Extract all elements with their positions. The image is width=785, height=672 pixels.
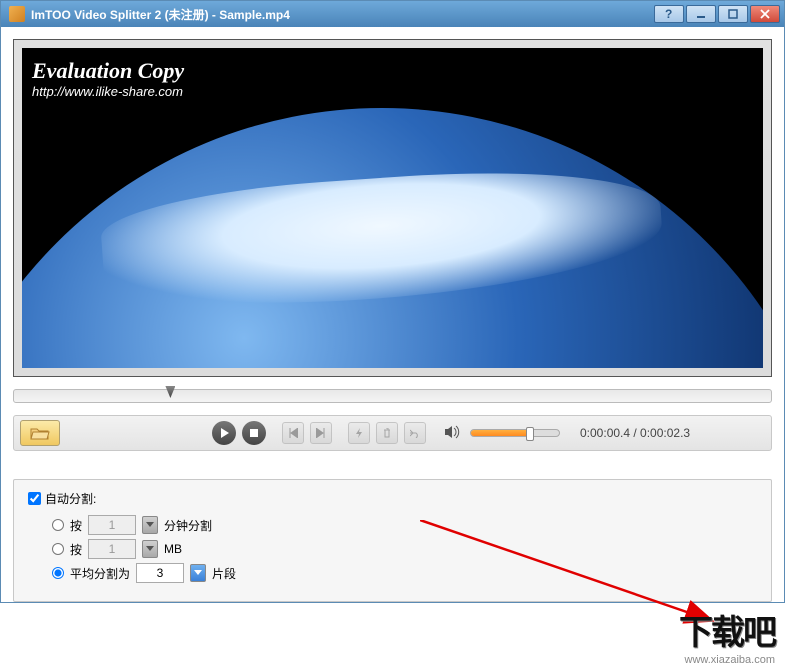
split-by-minutes-radio[interactable] <box>52 519 64 531</box>
set-start-button[interactable] <box>348 422 370 444</box>
page-watermark: 下载吧 www.xiazaiba.com <box>679 605 775 666</box>
split-by-minutes-row: 按 1 分钟分割 <box>52 515 757 535</box>
mb-dropdown[interactable] <box>142 540 158 558</box>
help-button[interactable]: ? <box>654 5 684 23</box>
average-input[interactable]: 3 <box>136 563 184 583</box>
video-preview[interactable]: Evaluation Copy http://www.ilike-share.c… <box>22 48 763 368</box>
auto-split-label: 自动分割: <box>45 490 96 507</box>
split-average-row: 平均分割为 3 片段 <box>52 563 757 583</box>
volume-icon[interactable] <box>444 425 460 442</box>
average-dropdown[interactable] <box>190 564 206 582</box>
mb-suffix: MB <box>164 542 182 556</box>
stop-button[interactable] <box>242 421 266 445</box>
minutes-dropdown[interactable] <box>142 516 158 534</box>
play-button[interactable] <box>212 421 236 445</box>
undo-icon <box>410 428 420 438</box>
split-by-mb-radio[interactable] <box>52 543 64 555</box>
undo-button[interactable] <box>404 422 426 444</box>
open-file-button[interactable] <box>20 420 60 446</box>
delete-button[interactable] <box>376 422 398 444</box>
maximize-button[interactable] <box>718 5 748 23</box>
volume-slider[interactable] <box>470 429 560 437</box>
average-label: 平均分割为 <box>70 565 130 582</box>
svg-text:?: ? <box>665 9 672 19</box>
skip-forward-icon <box>316 428 326 438</box>
auto-split-checkbox[interactable] <box>28 492 41 505</box>
split-by-mb-row: 按 1 MB <box>52 539 757 559</box>
prev-frame-button[interactable] <box>282 422 304 444</box>
minimize-button[interactable] <box>686 5 716 23</box>
chevron-down-icon <box>194 570 202 576</box>
minutes-suffix: 分钟分割 <box>164 517 212 534</box>
volume-fill <box>471 430 528 436</box>
watermark-line1: Evaluation Copy <box>32 58 184 84</box>
trash-icon <box>382 428 392 438</box>
skip-back-icon <box>288 428 298 438</box>
auto-split-panel: 自动分割: 按 1 分钟分割 按 1 MB 平均分割为 <box>13 479 772 602</box>
time-display: 0:00:00.4 / 0:00:02.3 <box>580 426 690 440</box>
volume-thumb[interactable] <box>526 427 534 441</box>
chevron-down-icon <box>146 522 154 528</box>
close-button[interactable] <box>750 5 780 23</box>
minutes-input[interactable]: 1 <box>88 515 136 535</box>
client-area: Evaluation Copy http://www.ilike-share.c… <box>1 27 784 602</box>
video-frame: Evaluation Copy http://www.ilike-share.c… <box>13 39 772 377</box>
timeline-marker[interactable] <box>165 386 175 398</box>
playback-controls: 0:00:00.4 / 0:00:02.3 <box>13 415 772 451</box>
folder-open-icon <box>30 426 50 440</box>
app-icon <box>9 6 25 22</box>
option-by-label: 按 <box>70 541 82 558</box>
play-icon <box>219 428 229 438</box>
average-suffix: 片段 <box>212 565 236 582</box>
window-controls: ? <box>654 5 780 23</box>
chevron-down-icon <box>146 546 154 552</box>
option-by-label: 按 <box>70 517 82 534</box>
auto-split-checkbox-row[interactable]: 自动分割: <box>28 490 757 507</box>
mb-input[interactable]: 1 <box>88 539 136 559</box>
page-watermark-text: 下载吧 <box>679 605 775 654</box>
page-watermark-url: www.xiazaiba.com <box>679 654 775 666</box>
app-window: ImTOO Video Splitter 2 (未注册) - Sample.mp… <box>0 0 785 603</box>
lightning-icon <box>354 428 364 438</box>
watermark-line2: http://www.ilike-share.com <box>32 84 184 99</box>
stop-icon <box>249 428 259 438</box>
evaluation-watermark: Evaluation Copy http://www.ilike-share.c… <box>22 54 194 105</box>
split-average-radio[interactable] <box>52 567 64 579</box>
window-title: ImTOO Video Splitter 2 (未注册) - Sample.mp… <box>31 6 654 23</box>
timeline-slider[interactable] <box>13 389 772 403</box>
next-frame-button[interactable] <box>310 422 332 444</box>
titlebar[interactable]: ImTOO Video Splitter 2 (未注册) - Sample.mp… <box>1 1 784 27</box>
